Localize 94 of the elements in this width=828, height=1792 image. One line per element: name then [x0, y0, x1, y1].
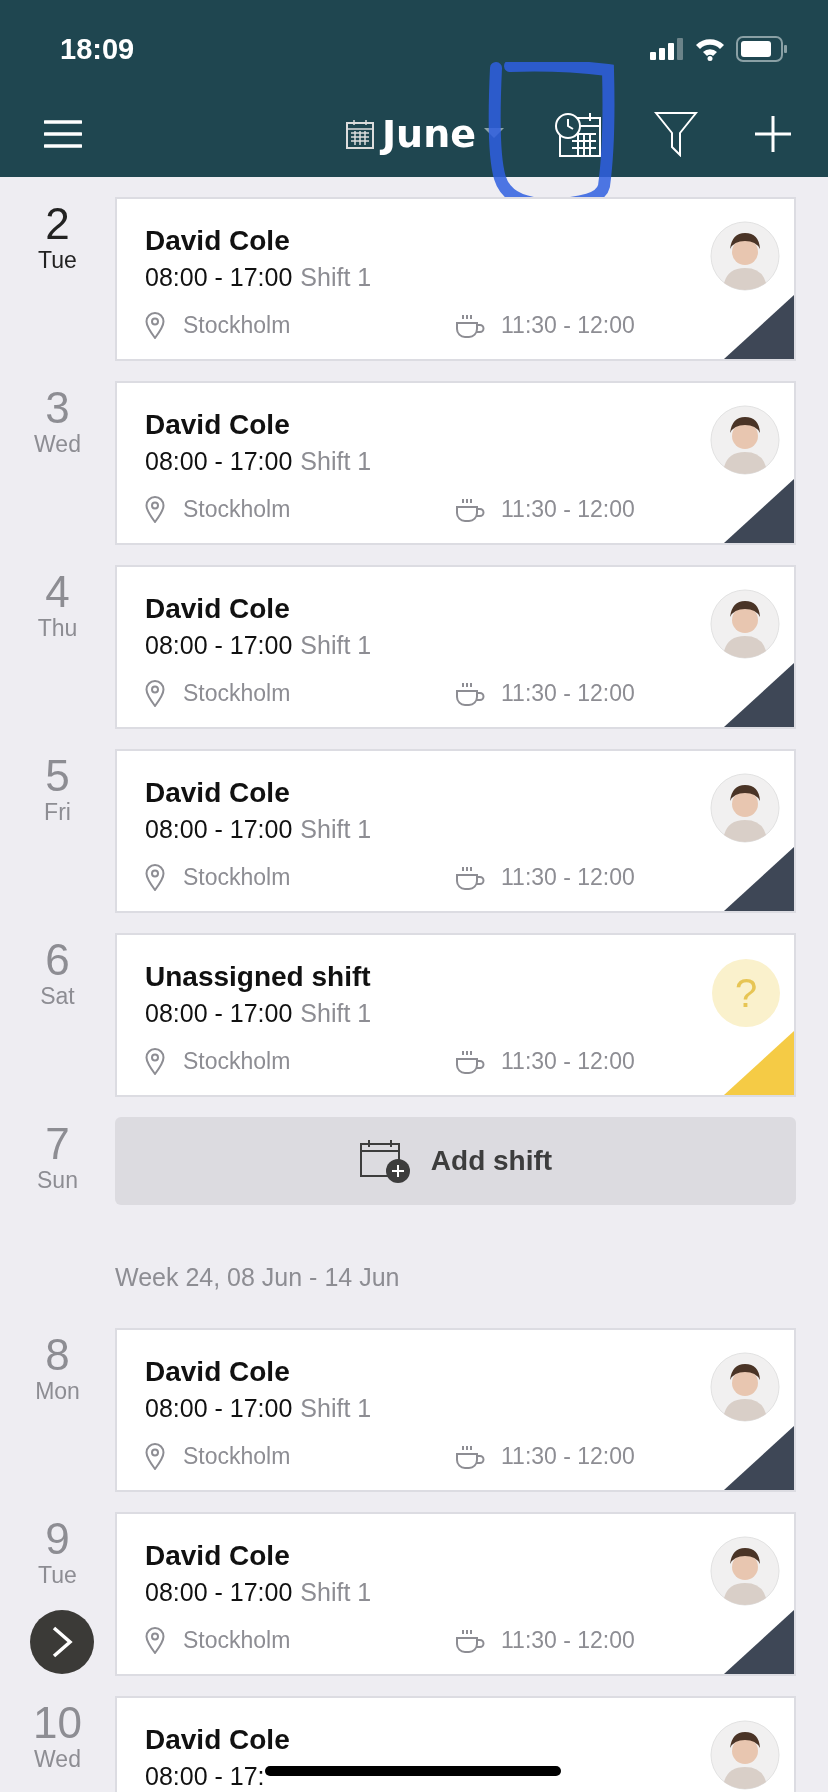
shift-time: 08:00 - 17:00 — [145, 263, 293, 292]
break-time: 11:30 - 12:00 — [501, 496, 635, 523]
day-number: 7 — [45, 1121, 70, 1167]
coffee-cup-icon — [455, 496, 485, 523]
weekday-label: Wed — [34, 431, 81, 458]
shift-name: Shift 1 — [300, 1578, 372, 1607]
shift-name: Shift 1 — [300, 631, 372, 660]
weekday-label: Tue — [38, 247, 77, 274]
location-text: Stockholm — [183, 496, 291, 523]
weekday-label: Tue — [38, 1562, 77, 1589]
shift-title: David Cole — [145, 1356, 291, 1388]
location-text: Stockholm — [183, 1627, 291, 1654]
location-text: Stockholm — [183, 864, 291, 891]
location-pin-icon — [145, 312, 165, 339]
weekday-label: Fri — [44, 799, 71, 826]
shift-name: Shift 1 — [300, 447, 372, 476]
weekday-label: Sat — [40, 983, 75, 1010]
coffee-cup-icon — [455, 1443, 485, 1470]
shift-card[interactable]: David Cole 08:00 - 17:00 Shift 1 Stockholm 11:30 - 12:00 — [115, 197, 796, 361]
location-text: Stockholm — [183, 680, 291, 707]
signal-icon — [650, 38, 684, 60]
location-text: Stockholm — [183, 312, 291, 339]
shift-time: 08:00 - 17:00 — [145, 1578, 293, 1607]
location-pin-icon — [145, 1048, 165, 1075]
filter-button[interactable] — [654, 110, 698, 157]
day-number: 5 — [45, 753, 70, 799]
shift-time: 08:00 - 17:00 — [145, 1394, 293, 1423]
coffee-cup-icon — [455, 1627, 485, 1654]
week-heading: Week 24, 08 Jun - 14 Jun — [114, 1262, 401, 1293]
shift-title: David Cole — [145, 225, 291, 257]
menu-icon — [44, 119, 82, 148]
day-number: 9 — [45, 1516, 70, 1562]
shift-card[interactable]: David Cole 08:00 - 17:00 Shift 1 Stockholm 11:30 - 12:00 — [115, 565, 796, 729]
weekday-label: Mon — [35, 1378, 80, 1405]
shift-title: David Cole — [145, 777, 291, 809]
add-shift-button[interactable]: Add shift — [115, 1117, 796, 1205]
break-time: 11:30 - 12:00 — [501, 864, 635, 891]
funnel-icon — [654, 110, 698, 157]
weekday-label: Sun — [37, 1167, 78, 1194]
location-pin-icon — [145, 864, 165, 891]
location-pin-icon — [145, 680, 165, 707]
shift-time: 08:00 - 17:00 — [145, 815, 293, 844]
day-number: 6 — [45, 937, 70, 983]
add-button[interactable] — [754, 114, 792, 153]
shift-card[interactable]: David Cole 08:00 - 17:00 Shift 1 Stockholm 11:30 - 12:00 — [115, 749, 796, 913]
shift-name: Shift 1 — [300, 815, 372, 844]
day-number: 8 — [45, 1332, 70, 1378]
shift-name: Shift 1 — [300, 1394, 372, 1423]
coffee-cup-icon — [455, 864, 485, 891]
break-time: 11:30 - 12:00 — [501, 1048, 635, 1075]
location-pin-icon — [145, 1443, 165, 1470]
plus-icon — [754, 114, 792, 153]
shift-time: 08:00 - 17:00 — [145, 631, 293, 660]
break-time: 11:30 - 12:00 — [501, 312, 635, 339]
coffee-cup-icon — [455, 680, 485, 707]
shift-time: 08:00 - 17:00 — [145, 447, 293, 476]
calendar-icon — [345, 118, 374, 149]
coffee-cup-icon — [455, 312, 485, 339]
calendar-plus-icon — [358, 1138, 411, 1184]
day-number: 10 — [33, 1700, 82, 1746]
shift-title: David Cole — [145, 1540, 291, 1572]
location-pin-icon — [145, 1627, 165, 1654]
menu-button[interactable] — [44, 119, 82, 148]
shift-name: Shift 1 — [300, 999, 372, 1028]
shift-title: David Cole — [145, 593, 291, 625]
break-time: 11:30 - 12:00 — [501, 680, 635, 707]
chevron-right-icon — [50, 1625, 74, 1659]
shift-card[interactable]: David Cole 08:00 - 17:00 Shift 1 Stockholm 11:30 - 12:00 — [115, 381, 796, 545]
coffee-cup-icon — [455, 1048, 485, 1075]
unassigned-avatar: ? — [712, 959, 780, 1027]
battery-icon — [736, 36, 788, 62]
wifi-icon — [694, 37, 726, 61]
month-picker[interactable]: June — [345, 111, 504, 156]
shift-card[interactable]: Unassigned shift 08:00 - 17:00 Shift 1 Stockholm 11:30 - 12:00 ? — [115, 933, 796, 1097]
day-number: 4 — [45, 569, 70, 615]
shift-name: Shift 1 — [300, 263, 372, 292]
day-number: 2 — [45, 201, 70, 247]
day-number: 3 — [45, 385, 70, 431]
break-time: 11:30 - 12:00 — [501, 1443, 635, 1470]
shift-title: David Cole — [145, 1724, 291, 1756]
status-time: 18:09 — [60, 32, 135, 66]
location-text: Stockholm — [183, 1048, 291, 1075]
shift-card[interactable]: David Cole 08:00 - 17:00 Shift 1 Stockholm 11:30 - 12:00 — [115, 1512, 796, 1676]
shift-card[interactable]: David Cole 08:00 - 17:00 Shift 1 Stockholm 11:30 - 12:00 — [115, 1328, 796, 1492]
shift-title: David Cole — [145, 409, 291, 441]
location-text: Stockholm — [183, 1443, 291, 1470]
break-time: 11:30 - 12:00 — [501, 1627, 635, 1654]
weekday-label: Thu — [37, 615, 78, 642]
shift-card[interactable]: David Cole 08:00 - 17: — [115, 1696, 796, 1792]
shift-time: 08:00 - 17: — [145, 1762, 265, 1791]
location-pin-icon — [145, 496, 165, 523]
weekday-label: Wed — [34, 1746, 81, 1773]
shift-time: 08:00 - 17:00 — [145, 999, 293, 1028]
shift-title: Unassigned shift — [145, 961, 372, 993]
